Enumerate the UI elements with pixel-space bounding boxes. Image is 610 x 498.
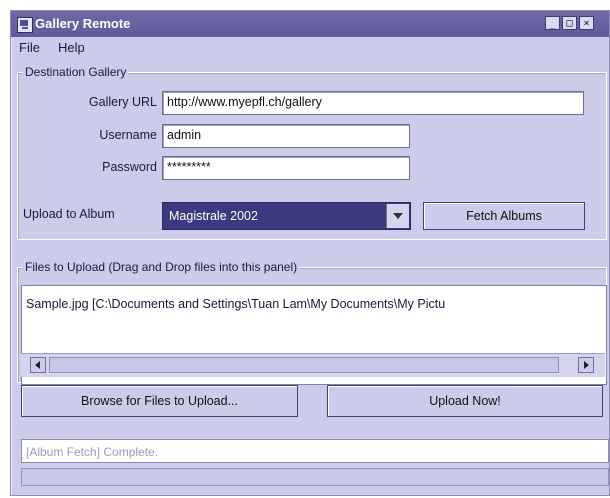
progress-bar	[21, 468, 609, 486]
menu-bar: File Help	[11, 37, 609, 59]
list-item[interactable]: Sample.jpg [C:\Documents and Settings\Tu…	[26, 297, 601, 311]
menu-help[interactable]: Help	[58, 40, 85, 55]
destination-gallery-title: Destination Gallery	[23, 65, 129, 79]
status-message: [Album Fetch] Complete.	[21, 439, 609, 463]
album-selected-value: Magistrale 2002	[169, 209, 258, 223]
gallery-url-label: Gallery URL	[88, 95, 157, 109]
gallery-app-icon	[17, 17, 33, 33]
files-to-upload-title: Files to Upload (Drag and Drop files int…	[23, 260, 300, 274]
title-bar: Gallery Remote _ □ ×	[11, 11, 609, 37]
arrow-left-icon[interactable]	[30, 357, 46, 373]
arrow-right-icon[interactable]	[578, 357, 594, 373]
gallery-url-input[interactable]: http://www.myepfl.ch/gallery	[162, 91, 584, 115]
password-label: Password	[102, 160, 157, 174]
minimize-button[interactable]: _	[545, 16, 560, 30]
gallery-remote-window: Gallery Remote _ □ × File Help Destinati…	[10, 10, 610, 496]
menu-file[interactable]: File	[19, 40, 40, 55]
horizontal-scrollbar[interactable]	[21, 353, 605, 377]
close-button[interactable]: ×	[579, 16, 594, 30]
username-label: Username	[99, 128, 157, 142]
window-title: Gallery Remote	[35, 16, 131, 31]
fetch-albums-button[interactable]: Fetch Albums	[423, 202, 585, 230]
username-input[interactable]: admin	[162, 124, 410, 148]
maximize-button[interactable]: □	[562, 16, 577, 30]
scroll-thumb[interactable]	[49, 357, 559, 373]
password-input[interactable]: *********	[162, 156, 410, 180]
upload-to-album-label: Upload to Album	[23, 207, 115, 221]
upload-now-button[interactable]: Upload Now!	[327, 385, 603, 417]
album-dropdown[interactable]: Magistrale 2002	[162, 202, 411, 230]
browse-files-button[interactable]: Browse for Files to Upload...	[21, 385, 298, 417]
chevron-down-icon[interactable]	[386, 204, 409, 228]
